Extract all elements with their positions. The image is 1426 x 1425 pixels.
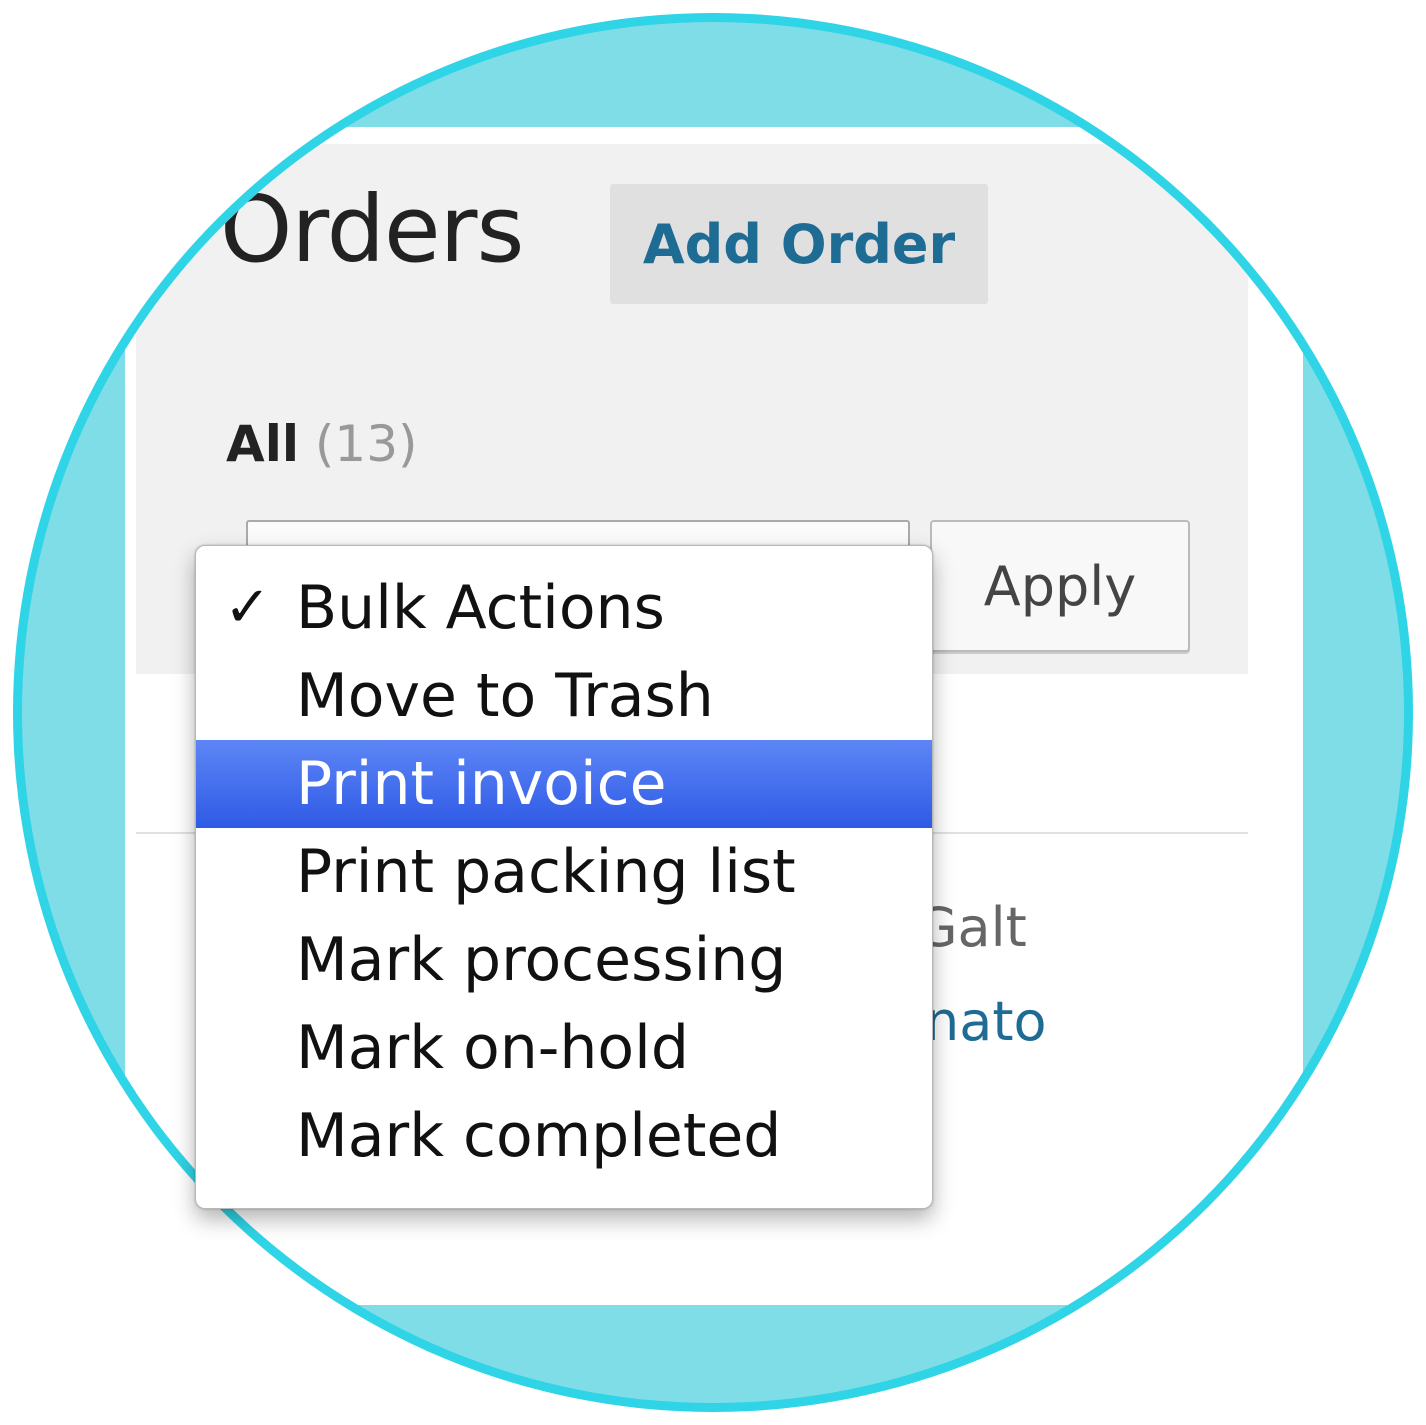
bulk-actions-dropdown-menu: ✓ Bulk Actions Move to Trash Print invoi… xyxy=(195,545,933,1209)
menu-item-label: Print invoice xyxy=(296,749,667,819)
menu-item-mark-completed[interactable]: Mark completed xyxy=(196,1092,932,1180)
menu-item-move-to-trash[interactable]: Move to Trash xyxy=(196,652,932,740)
add-order-button[interactable]: Add Order xyxy=(610,184,988,304)
filter-all-label: All xyxy=(226,415,299,473)
filter-all-count: (13) xyxy=(314,415,418,473)
menu-item-label: Mark on-hold xyxy=(296,1013,689,1083)
menu-item-label: Move to Trash xyxy=(296,661,714,731)
menu-item-label: Mark processing xyxy=(296,925,787,995)
menu-item-mark-on-hold[interactable]: Mark on-hold xyxy=(196,1004,932,1092)
menu-item-print-packing-list[interactable]: Print packing list xyxy=(196,828,932,916)
menu-item-mark-processing[interactable]: Mark processing xyxy=(196,916,932,1004)
page-title: Orders xyxy=(220,176,524,283)
menu-item-bulk-actions[interactable]: ✓ Bulk Actions xyxy=(196,564,932,652)
menu-item-label: Mark completed xyxy=(296,1101,782,1171)
apply-button[interactable]: Apply xyxy=(930,520,1190,652)
menu-item-print-invoice[interactable]: Print invoice xyxy=(196,740,932,828)
menu-item-label: Print packing list xyxy=(296,837,796,907)
status-filter-all[interactable]: All (13) xyxy=(226,419,418,469)
checkmark-icon: ✓ xyxy=(224,575,271,640)
menu-item-label: Bulk Actions xyxy=(296,573,665,643)
